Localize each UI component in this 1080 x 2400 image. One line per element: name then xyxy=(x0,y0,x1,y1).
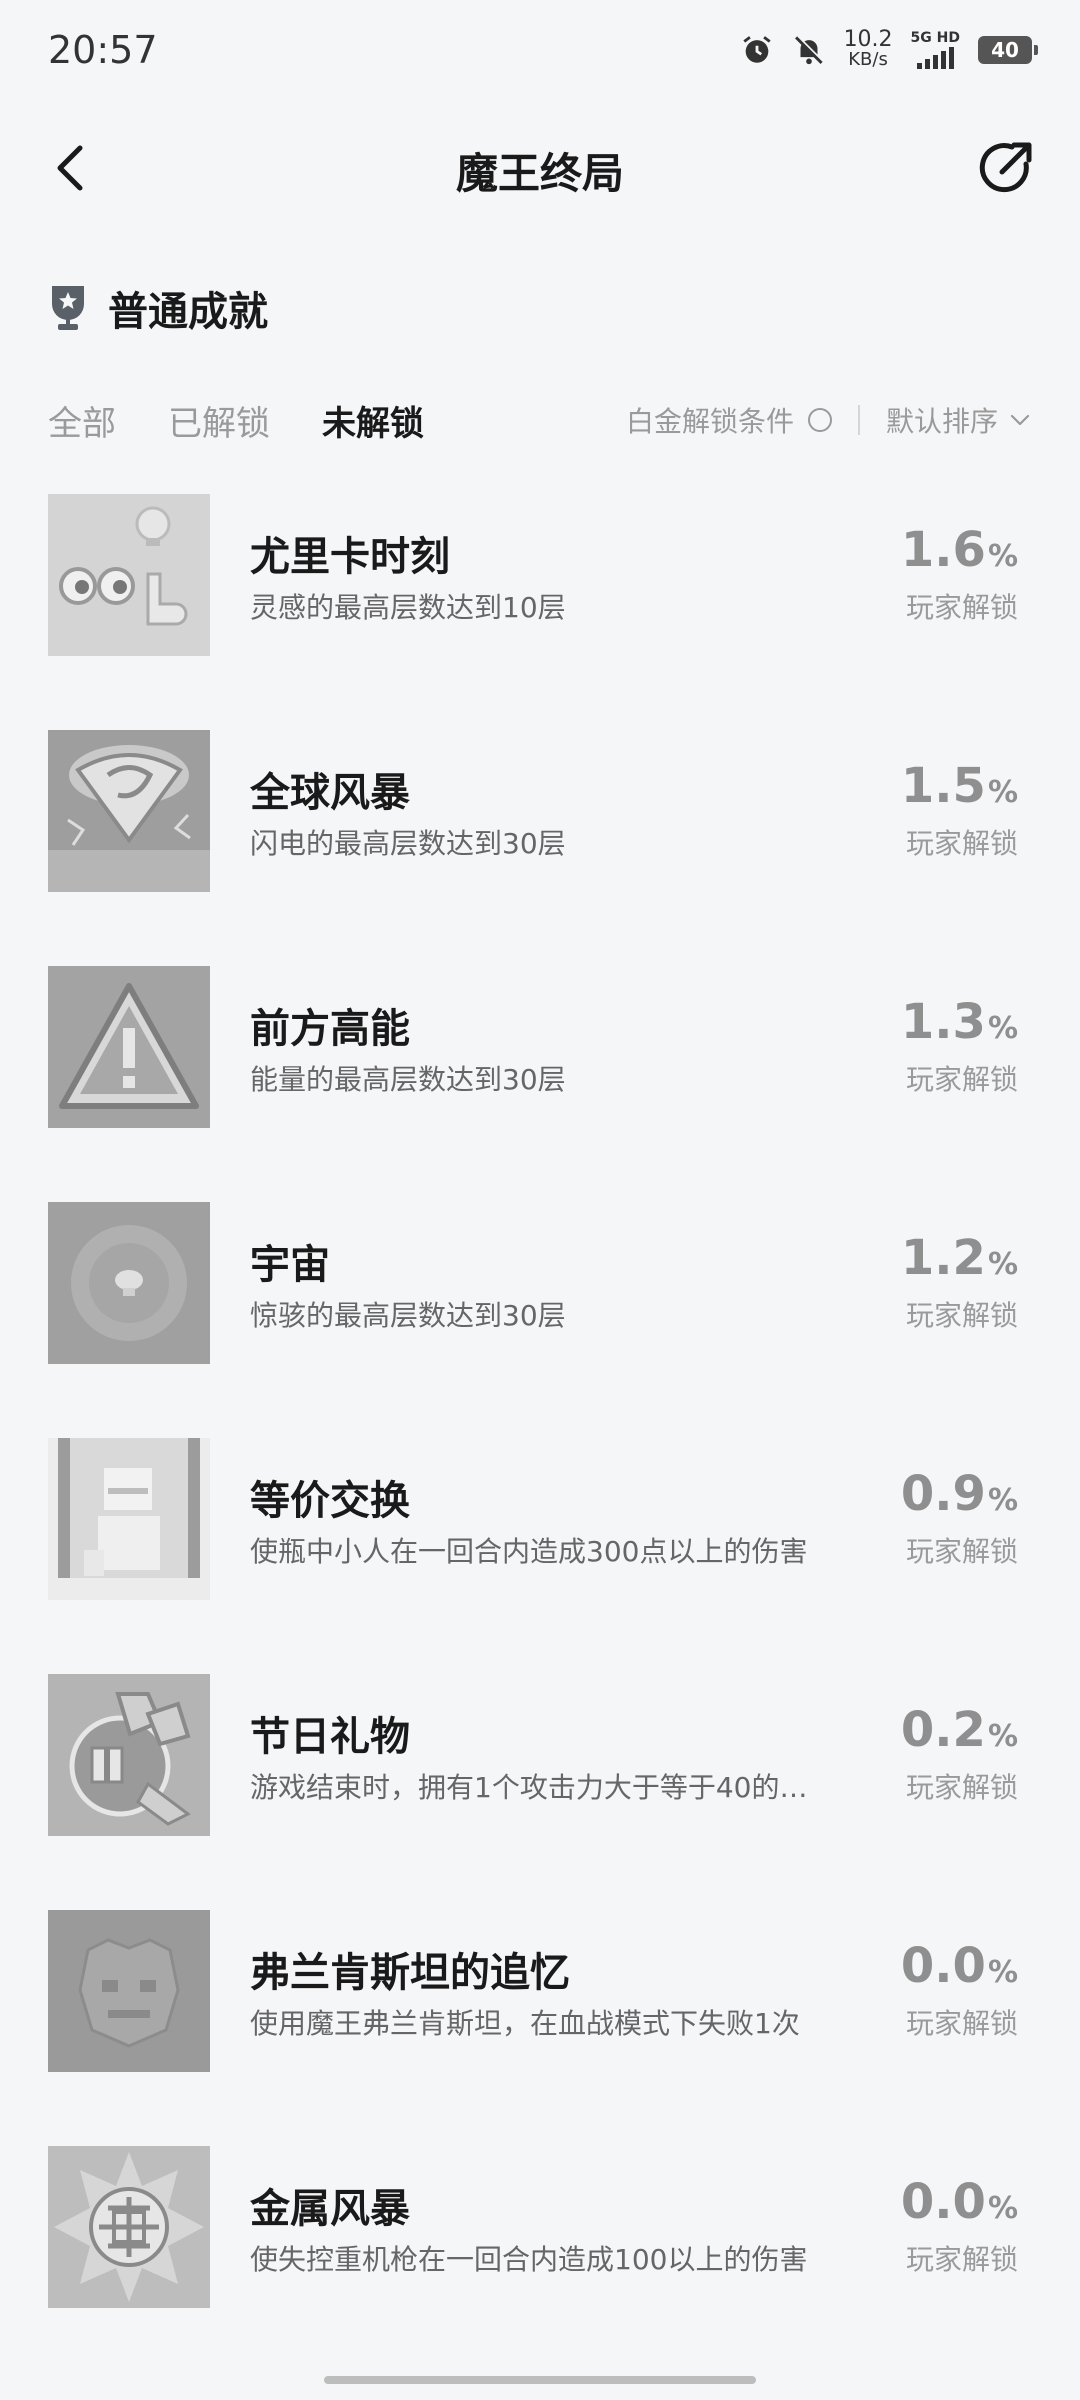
platinum-condition-label[interactable]: 白金解锁条件 xyxy=(626,400,794,440)
share-icon[interactable] xyxy=(972,134,1040,202)
signal-icon xyxy=(916,47,954,69)
achievement-desc: 惊骇的最高层数达到30层 xyxy=(250,1299,566,1332)
tab-unlocked[interactable]: 已解锁 xyxy=(168,396,270,445)
trophy-cup-icon xyxy=(52,286,84,330)
cosmos-icon xyxy=(48,1202,210,1364)
sort-dropdown[interactable]: 默认排序 xyxy=(886,400,998,440)
unlock-percent: 1.6% xyxy=(901,522,1018,578)
achievement-desc: 使用魔王弗兰肯斯坦，在血战模式下失败1次 xyxy=(250,2007,800,2040)
unlock-label: 玩家解锁 xyxy=(905,1299,1018,1332)
unlock-label: 玩家解锁 xyxy=(905,591,1018,624)
achievement-list: 尤里卡时刻 灵感的最高层数达到10层 1.6% 玩家解锁 全球风暴 闪电的最高层… xyxy=(48,494,1032,2382)
unlock-label: 玩家解锁 xyxy=(905,827,1018,860)
unlock-percent: 0.0% xyxy=(901,1938,1018,1994)
achievement-item[interactable]: 等价交换 使瓶中小人在一回合内造成300点以上的伤害 0.9% 玩家解锁 xyxy=(48,1438,1032,1674)
percent-unit: % xyxy=(987,1247,1018,1282)
filters: 白金解锁条件 默认排序 xyxy=(626,400,1032,440)
eyes-lightbulb-icon xyxy=(48,494,210,656)
achievements-page: 20:57 10.2 KB/s 5G HD 40 魔王终局 普通成就 全部 已解… xyxy=(0,0,1080,2400)
percent-unit: % xyxy=(987,1955,1018,1990)
achievement-item[interactable]: 尤里卡时刻 灵感的最高层数达到10层 1.6% 玩家解锁 xyxy=(48,494,1032,730)
tabs-row: 全部 已解锁 未解锁 白金解锁条件 默认排序 xyxy=(48,390,1032,450)
section-title: 普通成就 xyxy=(108,289,268,335)
unlock-percent: 0.0% xyxy=(901,2174,1018,2230)
unlock-label: 玩家解锁 xyxy=(905,1771,1018,1804)
achievement-desc: 灵感的最高层数达到10层 xyxy=(250,591,566,624)
achievement-item[interactable]: 宇宙 惊骇的最高层数达到30层 1.2% 玩家解锁 xyxy=(48,1202,1032,1438)
status-time: 20:57 xyxy=(48,28,158,72)
achievement-item[interactable]: 节日礼物 游戏结束时，拥有1个攻击力大于等于40的… 0.2% 玩家解锁 xyxy=(48,1674,1032,1910)
chevron-down-icon[interactable] xyxy=(1008,408,1032,432)
section-heading: 普通成就 xyxy=(48,272,268,344)
achievement-desc: 闪电的最高层数达到30层 xyxy=(250,827,566,860)
achievement-desc: 游戏结束时，拥有1个攻击力大于等于40的… xyxy=(250,1771,808,1804)
filter-divider xyxy=(857,405,860,435)
platinum-condition-radio[interactable] xyxy=(807,408,832,432)
page-title: 魔王终局 xyxy=(455,149,624,198)
network-speed: 10.2 KB/s xyxy=(843,27,893,70)
warning-sign-icon xyxy=(48,966,210,1128)
unlock-label: 玩家解锁 xyxy=(905,2007,1018,2040)
tab-all[interactable]: 全部 xyxy=(48,396,116,445)
percent-value: 1.6 xyxy=(900,522,986,578)
achievement-item[interactable]: 弗兰肯斯坦的追忆 使用魔王弗兰肯斯坦，在血战模式下失败1次 0.0% 玩家解锁 xyxy=(48,1910,1032,2146)
percent-value: 1.3 xyxy=(900,994,986,1050)
monster-face-icon xyxy=(48,1910,210,2072)
percent-unit: % xyxy=(987,775,1018,810)
percent-unit: % xyxy=(987,1011,1018,1046)
gift-icon xyxy=(48,1674,210,1836)
achievement-title: 金属风暴 xyxy=(250,2186,410,2232)
achievement-title: 节日礼物 xyxy=(250,1714,410,1760)
signal-group: 5G HD xyxy=(911,31,960,69)
percent-value: 0.9 xyxy=(900,1466,986,1522)
unlock-label: 玩家解锁 xyxy=(905,1535,1018,1568)
unlock-percent: 0.9% xyxy=(901,1466,1018,1522)
achievement-title: 宇宙 xyxy=(250,1242,330,1288)
status-bar: 20:57 10.2 KB/s 5G HD 40 xyxy=(0,0,1080,100)
unlock-percent: 1.3% xyxy=(901,994,1018,1050)
achievement-title: 前方高能 xyxy=(250,1006,410,1052)
achievement-title: 等价交换 xyxy=(250,1478,410,1524)
unlock-label: 玩家解锁 xyxy=(905,1063,1018,1096)
unlock-percent: 1.2% xyxy=(901,1230,1018,1286)
percent-value: 0.0 xyxy=(900,2174,986,2230)
percent-value: 0.0 xyxy=(900,1938,986,1994)
home-indicator[interactable] xyxy=(324,2376,756,2384)
storm-icon xyxy=(48,730,210,892)
percent-unit: % xyxy=(987,2191,1018,2226)
metal-wheel-icon xyxy=(48,2146,210,2308)
percent-value: 1.2 xyxy=(900,1230,986,1286)
network-speed-unit: KB/s xyxy=(848,49,888,70)
battery-level: 40 xyxy=(991,38,1019,62)
percent-value: 0.2 xyxy=(900,1702,986,1758)
percent-value: 1.5 xyxy=(900,758,986,814)
achievement-item[interactable]: 全球风暴 闪电的最高层数达到30层 1.5% 玩家解锁 xyxy=(48,730,1032,966)
achievement-title: 弗兰肯斯坦的追忆 xyxy=(250,1950,570,1996)
achievement-title: 全球风暴 xyxy=(250,770,410,816)
bottle-figure-icon xyxy=(48,1438,210,1600)
percent-unit: % xyxy=(987,1719,1018,1754)
unlock-percent: 1.5% xyxy=(901,758,1018,814)
achievement-title: 尤里卡时刻 xyxy=(250,534,450,580)
status-icons: 10.2 KB/s 5G HD 40 xyxy=(740,27,1038,70)
tab-locked[interactable]: 未解锁 xyxy=(322,396,424,445)
mute-bell-icon xyxy=(794,35,824,65)
signal-label: 5G HD xyxy=(910,30,960,46)
network-speed-value: 10.2 xyxy=(843,27,893,52)
achievement-item[interactable]: 金属风暴 使失控重机枪在一回合内造成100以上的伤害 0.0% 玩家解锁 xyxy=(48,2146,1032,2382)
percent-unit: % xyxy=(987,539,1018,574)
header: 魔王终局 xyxy=(0,118,1080,218)
achievement-desc: 使失控重机枪在一回合内造成100以上的伤害 xyxy=(250,2243,808,2276)
achievement-desc: 使瓶中小人在一回合内造成300点以上的伤害 xyxy=(250,1535,808,1568)
achievement-item[interactable]: 前方高能 能量的最高层数达到30层 1.3% 玩家解锁 xyxy=(48,966,1032,1202)
percent-unit: % xyxy=(987,1483,1018,1518)
unlock-label: 玩家解锁 xyxy=(905,2243,1018,2276)
achievement-desc: 能量的最高层数达到30层 xyxy=(250,1063,566,1096)
battery-icon: 40 xyxy=(978,36,1038,64)
alarm-icon xyxy=(742,36,771,63)
unlock-percent: 0.2% xyxy=(901,1702,1018,1758)
